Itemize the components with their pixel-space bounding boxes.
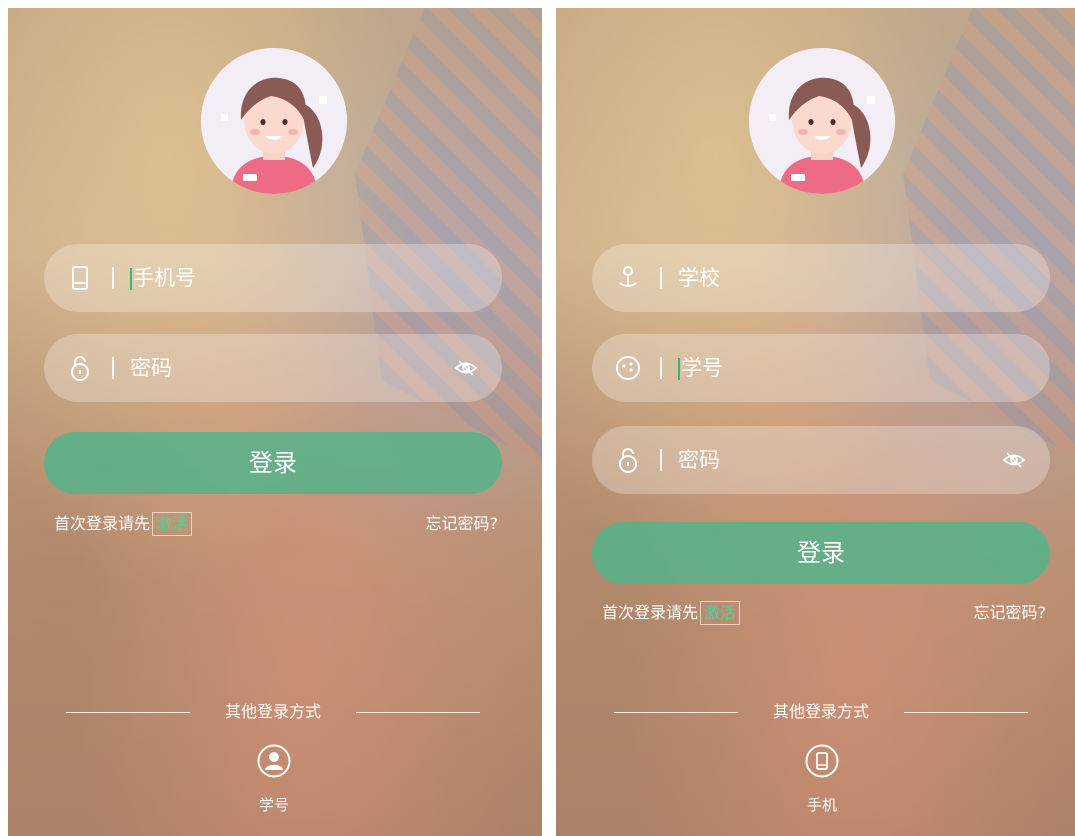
password-field[interactable]: 密码 <box>592 426 1050 494</box>
phone-field[interactable]: 手机号 <box>44 244 502 312</box>
text-cursor <box>678 358 680 380</box>
first-login-text: 首次登录请先 <box>54 514 151 533</box>
forgot-password-link[interactable]: 忘记密码? <box>974 600 1047 626</box>
avatar <box>749 48 895 194</box>
login-button[interactable]: 登录 <box>592 522 1050 584</box>
phone-placeholder: 手机号 <box>133 266 196 290</box>
student-id-input[interactable]: 学号 <box>678 334 723 402</box>
phone-input[interactable]: 手机号 <box>130 244 196 312</box>
phone-icon <box>72 266 88 290</box>
avatar-illustration <box>749 48 895 194</box>
field-divider <box>112 267 114 289</box>
lock-icon <box>619 448 637 473</box>
activate-link[interactable]: 激活 <box>700 601 741 625</box>
field-divider <box>660 357 662 379</box>
alt-login-label[interactable]: 学号 <box>224 794 324 815</box>
divider-line <box>904 712 1028 713</box>
field-divider <box>660 267 662 289</box>
login-button[interactable]: 登录 <box>44 432 502 494</box>
school-input[interactable]: 学校 <box>678 244 720 312</box>
password-input[interactable]: 密码 <box>130 334 172 402</box>
field-divider <box>660 449 662 471</box>
student-login-screen: 学校 学号 密码 登录 首次登录请先 激活 忘记密码? 其他登录方式 手机 <box>556 8 1075 836</box>
user-icon[interactable] <box>257 744 291 778</box>
face-icon <box>616 356 640 380</box>
school-icon <box>619 266 637 287</box>
eye-hidden-icon[interactable] <box>454 358 478 378</box>
other-login-divider: 其他登录方式 <box>66 700 480 724</box>
password-input[interactable]: 密码 <box>678 426 720 494</box>
first-login-hint: 首次登录请先 激活 <box>602 600 741 626</box>
student-id-field[interactable]: 学号 <box>592 334 1050 402</box>
forgot-password-link[interactable]: 忘记密码? <box>426 511 499 537</box>
divider-line <box>356 712 480 713</box>
field-divider <box>112 357 114 379</box>
phone-login-screen: 手机号 密码 登录 首次登录请先 激活 忘记密码? 其他登录方式 学号 <box>8 8 542 836</box>
phone-icon[interactable] <box>805 744 839 778</box>
lock-icon <box>71 356 89 381</box>
avatar <box>201 48 347 194</box>
first-login-hint: 首次登录请先 激活 <box>54 511 193 537</box>
eye-hidden-icon[interactable] <box>1002 450 1026 470</box>
password-field[interactable]: 密码 <box>44 334 502 402</box>
avatar-illustration <box>201 48 347 194</box>
other-login-divider: 其他登录方式 <box>614 700 1028 724</box>
school-field[interactable]: 学校 <box>592 244 1050 312</box>
alt-login-label[interactable]: 手机 <box>772 794 872 815</box>
first-login-text: 首次登录请先 <box>602 603 699 622</box>
text-cursor <box>130 268 132 290</box>
activate-link[interactable]: 激活 <box>152 512 193 536</box>
student-id-placeholder: 学号 <box>681 356 723 380</box>
